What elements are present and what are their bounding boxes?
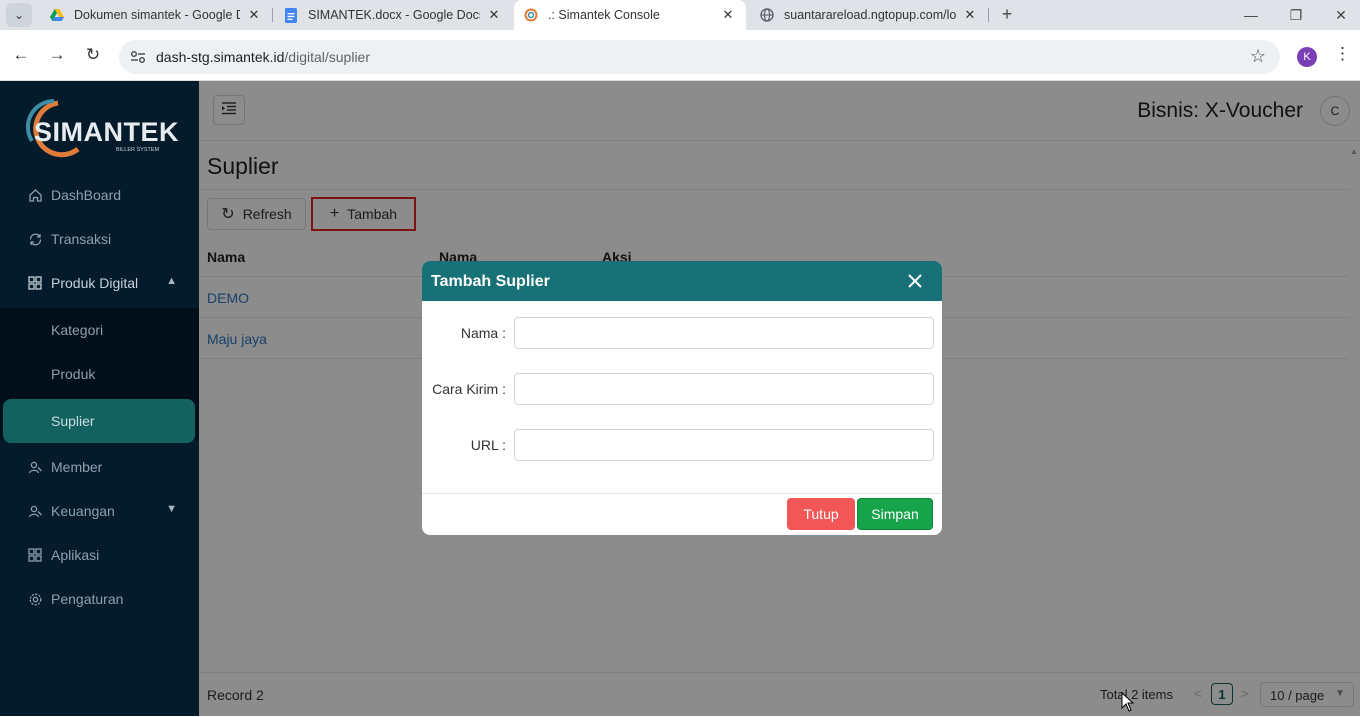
browser-menu-icon[interactable]: ⋮ (1334, 44, 1351, 68)
mouse-cursor-icon (1121, 691, 1135, 712)
tab-simantek-docx[interactable]: SIMANTEK.docx - Google Docs ✕ (274, 0, 512, 30)
sidebar-item-label: DashBoard (51, 187, 122, 203)
svg-text:SIMANTEK: SIMANTEK (34, 117, 179, 147)
new-tab-button[interactable]: + (996, 3, 1018, 25)
nama-label: Nama : (460, 325, 506, 341)
tab-simantek-console[interactable]: .: Simantek Console ✕ (514, 0, 746, 30)
reload-icon: ↻ (85, 45, 101, 64)
grid-icon (27, 275, 43, 291)
restore-icon: ❐ (1289, 6, 1303, 23)
sidebar-item-aplikasi[interactable]: Aplikasi (0, 533, 199, 577)
sidebar-item-label: Keuangan (51, 503, 115, 519)
address-bar-row: ← → ↻ dash-stg.simantek.id/digital/supli… (0, 30, 1360, 81)
forward-button[interactable]: → (44, 42, 70, 68)
svg-text:BILLER SYSTEM: BILLER SYSTEM (116, 147, 160, 153)
home-icon (27, 187, 43, 203)
sidebar-item-label: Suplier (51, 413, 95, 429)
close-window-button[interactable]: ✕ (1318, 0, 1360, 30)
form-row-cara-kirim: Cara Kirim : (422, 373, 942, 405)
modal-header: Tambah Suplier (422, 261, 942, 301)
sidebar-item-label: Transaksi (51, 231, 112, 247)
minimize-icon: — (1244, 7, 1258, 23)
sidebar-item-pengaturan[interactable]: Pengaturan (0, 577, 199, 621)
reload-button[interactable]: ↻ (80, 42, 106, 68)
url-path: /digital/suplier (284, 49, 371, 65)
users-icon (27, 459, 43, 475)
save-button[interactable]: Simpan (857, 498, 933, 530)
sidebar-item-label: Produk (51, 366, 96, 382)
tab-dokumen-simantek[interactable]: Dokumen simantek - Google Dri ✕ (40, 0, 272, 30)
close-tab-icon[interactable]: ✕ (720, 7, 736, 23)
tab-strip: ⌄ Dokumen simantek - Google Dri ✕ SIMANT… (0, 0, 1360, 30)
form-row-nama: Nama : (422, 317, 942, 349)
modal-footer-divider (422, 493, 942, 494)
users-icon (27, 503, 43, 519)
sidebar-item-label: Kategori (51, 322, 104, 338)
plus-icon: + (1001, 4, 1013, 24)
tab-search-button[interactable]: ⌄ (6, 3, 32, 27)
sidebar-item-produk-digital[interactable]: Produk Digital ▲ (0, 261, 199, 305)
sidebar-item-label: Pengaturan (51, 591, 124, 607)
form-row-url: URL : (422, 429, 942, 461)
sidebar-item-transaksi[interactable]: Transaksi (0, 217, 199, 261)
close-tab-icon[interactable]: ✕ (246, 7, 262, 23)
google-drive-icon (50, 8, 64, 22)
url-label: URL : (470, 437, 506, 453)
url-host: dash-stg.simantek.id (156, 49, 285, 65)
chevron-up-icon: ▲ (166, 275, 177, 287)
gear-icon (27, 591, 43, 607)
google-docs-icon (284, 7, 298, 23)
globe-icon (760, 8, 774, 22)
close-icon[interactable] (906, 272, 924, 290)
cara-kirim-label: Cara Kirim : (432, 381, 506, 397)
back-button[interactable]: ← (8, 42, 34, 68)
sidebar-item-label: Member (51, 459, 103, 475)
tab-suantarareload[interactable]: suantarareload.ngtopup.com/lo ✕ (750, 0, 988, 30)
site-info-icon[interactable] (129, 48, 147, 66)
sync-icon (27, 231, 43, 247)
sidebar: SIMANTEK BILLER SYSTEM DashBoard Transak… (0, 81, 199, 716)
url-input[interactable] (514, 429, 934, 461)
arrow-left-icon: ← (12, 45, 30, 64)
restore-button[interactable]: ❐ (1273, 0, 1319, 30)
grid-icon (27, 547, 43, 563)
sidebar-item-dashboard[interactable]: DashBoard (0, 173, 199, 217)
close-button[interactable]: Tutup (787, 498, 855, 530)
sidebar-item-label: Produk Digital (51, 275, 139, 291)
close-tab-icon[interactable]: ✕ (962, 7, 978, 23)
sidebar-item-member[interactable]: Member (0, 445, 199, 489)
arrow-right-icon: → (48, 45, 66, 64)
submenu-produk-digital: Kategori Produk Suplier (0, 308, 199, 443)
sidebar-item-kategori[interactable]: Kategori (0, 308, 199, 352)
sidebar-item-produk[interactable]: Produk (0, 352, 199, 396)
close-icon: ✕ (1335, 6, 1347, 23)
close-tab-icon[interactable]: ✕ (486, 7, 502, 23)
sidebar-item-keuangan[interactable]: Keuangan ▼ (0, 489, 199, 533)
cara-kirim-input[interactable] (514, 373, 934, 405)
simantek-icon (524, 8, 538, 22)
minimize-button[interactable]: — (1228, 0, 1274, 30)
nama-input[interactable] (514, 317, 934, 349)
simantek-logo: SIMANTEK BILLER SYSTEM (18, 97, 183, 159)
chevron-down-icon: ▼ (166, 503, 177, 515)
modal-title: Tambah Suplier (431, 273, 550, 290)
bookmark-star-icon[interactable]: ☆ (1250, 46, 1266, 67)
sidebar-item-label: Aplikasi (51, 547, 100, 563)
url-text: dash-stg.simantek.id/digital/suplier (156, 49, 370, 65)
chevron-down-icon: ⌄ (13, 8, 25, 22)
omnibox[interactable]: dash-stg.simantek.id/digital/suplier ☆ (119, 40, 1280, 74)
profile-avatar[interactable]: K (1297, 47, 1317, 67)
sidebar-item-suplier[interactable]: Suplier (3, 399, 195, 443)
add-supplier-modal: Tambah Suplier Nama : Cara Kirim : URL :… (422, 261, 942, 535)
